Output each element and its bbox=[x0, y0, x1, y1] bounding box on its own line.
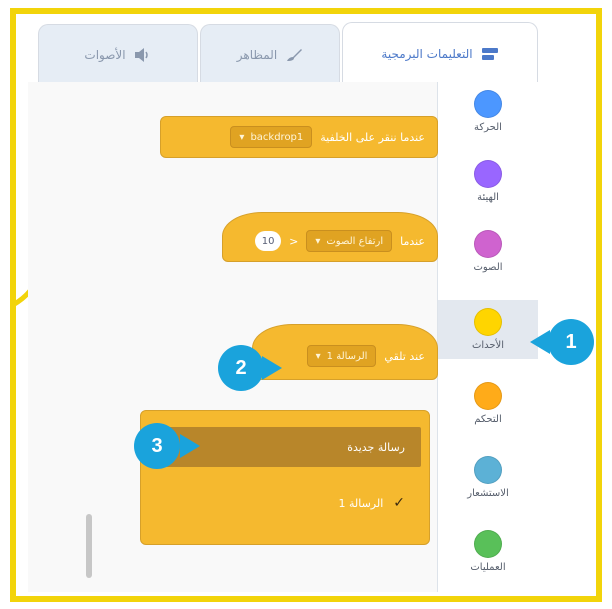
chevron-down-icon: ▾ bbox=[315, 235, 321, 247]
category-sensing[interactable]: الاستشعار bbox=[456, 456, 520, 499]
menu-item-new-message-label: رسالة جديدة bbox=[347, 440, 405, 454]
category-motion[interactable]: الحركة bbox=[456, 90, 520, 133]
category-looks-label: الهيئة bbox=[477, 192, 499, 203]
tab-bar: الأصوات المظاهر التعليمات البرمجية bbox=[28, 16, 538, 84]
callout-1: 1 bbox=[548, 319, 594, 365]
category-sound-label: الصوت bbox=[473, 262, 503, 273]
message-dropdown-menu: رسالة جديدة الرسالة 1 ✓ bbox=[140, 410, 430, 545]
loudness-dropdown[interactable]: ▾ ارتفاع الصوت bbox=[306, 230, 393, 252]
tab-sounds-label: الأصوات bbox=[84, 47, 126, 62]
category-sound[interactable]: الصوت bbox=[456, 230, 520, 273]
callout-2: 2 bbox=[218, 345, 264, 391]
block-when-backdrop-label: عندما ننقر على الخلفية bbox=[320, 130, 425, 144]
category-events-label: الأحداث bbox=[471, 340, 505, 351]
checkmark-icon: ✓ bbox=[393, 495, 405, 511]
callout-3: 3 bbox=[134, 423, 180, 469]
callout-3-pointer bbox=[180, 434, 200, 458]
control-category-icon bbox=[474, 382, 502, 410]
tab-code-label: التعليمات البرمجية bbox=[381, 46, 473, 61]
category-sensing-label: الاستشعار bbox=[467, 488, 509, 499]
events-category-icon bbox=[474, 308, 502, 336]
category-events[interactable]: الأحداث bbox=[438, 300, 538, 359]
message-dropdown-value: الرسالة 1 bbox=[326, 350, 368, 362]
chevron-down-icon: ▾ bbox=[315, 350, 321, 362]
operators-category-icon bbox=[474, 530, 502, 558]
tab-costumes[interactable]: المظاهر bbox=[200, 24, 340, 84]
motion-category-icon bbox=[474, 90, 502, 118]
block-when-backdrop[interactable]: ▾ backdrop1 عندما ننقر على الخلفية bbox=[160, 116, 438, 158]
sensing-category-icon bbox=[474, 456, 502, 484]
callout-1-pointer bbox=[530, 330, 550, 354]
category-control-label: التحكم bbox=[474, 414, 502, 425]
sound-category-icon bbox=[474, 230, 502, 258]
code-blocks-icon bbox=[481, 47, 498, 60]
block-when-greater[interactable]: 10 > ▾ ارتفاع الصوت عندما bbox=[222, 212, 438, 262]
message-dropdown[interactable]: ▾ الرسالة 1 bbox=[306, 345, 377, 367]
looks-category-icon bbox=[474, 160, 502, 188]
threshold-input[interactable]: 10 bbox=[255, 231, 282, 251]
category-looks[interactable]: الهيئة bbox=[456, 160, 520, 203]
category-operators-label: العمليات bbox=[470, 562, 506, 573]
tab-costumes-label: المظاهر bbox=[236, 47, 278, 62]
block-when-greater-label: عندما bbox=[400, 234, 425, 248]
tab-code[interactable]: التعليمات البرمجية bbox=[342, 22, 538, 84]
category-operators[interactable]: العمليات bbox=[456, 530, 520, 573]
category-menu: الحركة الهيئة الصوت الأحداث التحكم الاست… bbox=[438, 82, 538, 592]
category-control[interactable]: التحكم bbox=[456, 382, 520, 425]
backdrop-dropdown-value: backdrop1 bbox=[250, 131, 304, 143]
speaker-icon bbox=[134, 47, 148, 62]
greater-than-operator: > bbox=[289, 234, 299, 248]
menu-item-message1[interactable]: الرسالة 1 ✓ bbox=[149, 483, 421, 523]
category-motion-label: الحركة bbox=[474, 122, 502, 133]
block-when-receive-label: عند تلقي bbox=[384, 349, 425, 363]
tab-sounds[interactable]: الأصوات bbox=[38, 24, 198, 84]
chevron-down-icon: ▾ bbox=[239, 131, 245, 143]
menu-item-message1-label: الرسالة 1 bbox=[338, 496, 384, 510]
backdrop-dropdown[interactable]: ▾ backdrop1 bbox=[230, 126, 313, 148]
loudness-dropdown-value: ارتفاع الصوت bbox=[326, 235, 384, 247]
paintbrush-icon bbox=[287, 48, 303, 61]
vertical-scrollbar[interactable] bbox=[86, 514, 92, 578]
callout-2-pointer bbox=[262, 356, 282, 380]
